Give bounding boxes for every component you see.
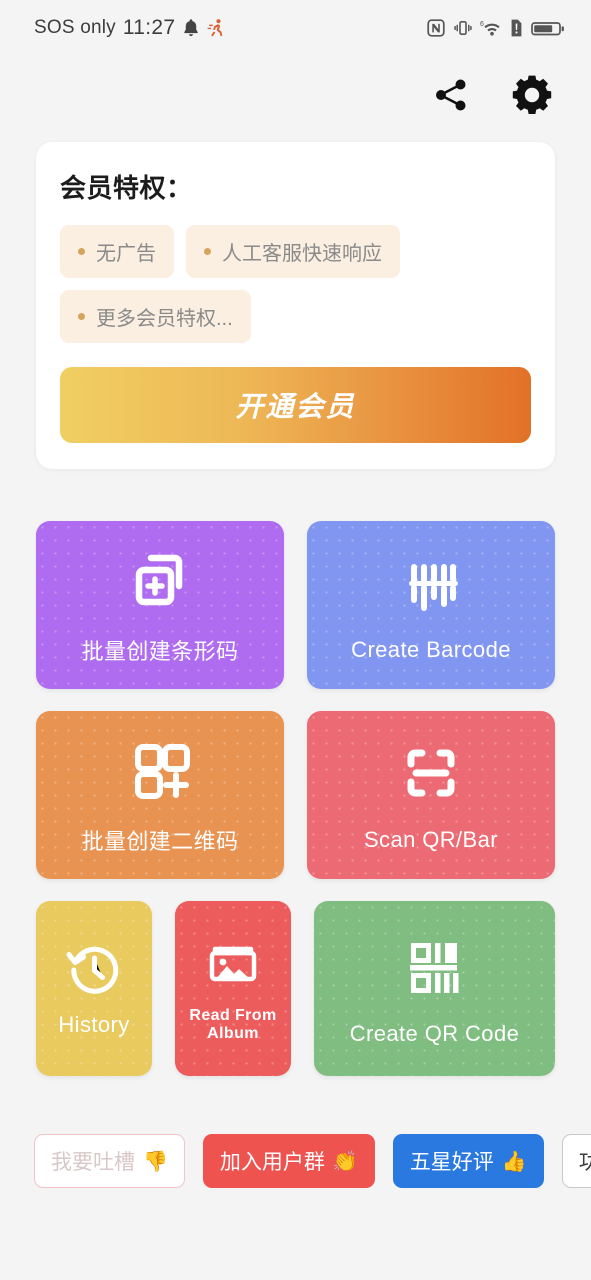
clapping-hands-icon: 👏 bbox=[332, 1150, 358, 1173]
tile-batch-create-qrcode[interactable]: 批量创建二维码 bbox=[36, 711, 284, 879]
nfc-icon bbox=[427, 19, 445, 37]
qr-squares-plus-icon bbox=[135, 744, 190, 799]
bullet-dot-icon bbox=[78, 313, 85, 320]
tile-label: 批量创建二维码 bbox=[81, 829, 239, 854]
thumbs-up-icon: 👍 bbox=[501, 1150, 527, 1173]
feature-row-3: History Read From Album Create QR Code bbox=[36, 901, 555, 1076]
chip-join-group[interactable]: 加入用户群 👏 bbox=[202, 1134, 375, 1188]
membership-title: 会员特权： bbox=[60, 173, 193, 203]
tile-history[interactable]: History bbox=[36, 901, 152, 1076]
thumbs-down-icon: 👎 bbox=[143, 1150, 168, 1173]
photo-icon bbox=[209, 946, 257, 981]
tile-label: Scan QR/Bar bbox=[363, 827, 498, 852]
feature-row-1: 批量创建条形码 Create Barcode bbox=[36, 521, 555, 689]
privilege-label: 人工客服快速响应 bbox=[222, 243, 382, 265]
membership-card: 会员特权： 无广告 人工客服快速响应 更多会员特权... 开通会员 bbox=[36, 142, 555, 469]
chip-label: 功能提 bbox=[578, 1151, 591, 1174]
clock-label: 11:27 bbox=[122, 16, 176, 39]
tile-scan-qr-bar[interactable]: Scan QR/Bar bbox=[307, 711, 555, 879]
status-bar: SOS only 11:27 6 bbox=[0, 0, 591, 56]
join-membership-label: 开通会员 bbox=[235, 391, 356, 422]
duplicate-plus-icon bbox=[135, 554, 183, 606]
tile-label: 批量创建条形码 bbox=[81, 639, 239, 664]
privilege-label: 无广告 bbox=[96, 243, 156, 265]
tile-batch-create-barcode[interactable]: 批量创建条形码 bbox=[36, 521, 284, 689]
bullet-dot-icon bbox=[78, 248, 85, 255]
chip-complaint[interactable]: 我要吐槽 👎 bbox=[34, 1134, 185, 1188]
svg-text:6: 6 bbox=[480, 21, 484, 28]
status-bar-left: SOS only 11:27 bbox=[34, 16, 225, 40]
bullet-dot-icon bbox=[204, 248, 211, 255]
clock-rewind-icon bbox=[66, 946, 119, 994]
chip-label: 我要吐槽 bbox=[51, 1151, 135, 1174]
status-bar-right: 6 bbox=[426, 18, 565, 38]
running-person-icon bbox=[207, 19, 223, 37]
barcode-icon bbox=[409, 564, 458, 611]
battery-icon bbox=[531, 22, 564, 36]
share-icon bbox=[436, 79, 466, 111]
settings-button[interactable] bbox=[509, 72, 555, 118]
tile-label: Read From Album bbox=[189, 1006, 277, 1042]
chip-five-star-review[interactable]: 五星好评 👍 bbox=[392, 1134, 544, 1188]
privilege-label: 更多会员特权... bbox=[96, 308, 233, 330]
tile-label: Create Barcode bbox=[351, 637, 511, 662]
header-actions bbox=[0, 56, 591, 134]
wifi6-icon: 6 bbox=[480, 21, 500, 36]
bell-icon bbox=[184, 19, 199, 37]
chip-label: 加入用户群 bbox=[219, 1151, 325, 1174]
privilege-item: 人工客服快速响应 bbox=[186, 225, 400, 278]
chip-feature-suggestion[interactable]: 功能提 bbox=[561, 1134, 591, 1188]
chip-label: 五星好评 bbox=[409, 1151, 494, 1174]
tile-create-qr-code[interactable]: Create QR Code bbox=[314, 901, 555, 1076]
scan-frame-icon bbox=[407, 749, 455, 797]
feature-grid: 批量创建条形码 Create Barcode 批量创建二维码 Scan QR/B… bbox=[36, 521, 555, 1076]
tile-label: History bbox=[58, 1011, 130, 1037]
privilege-item[interactable]: 更多会员特权... bbox=[60, 290, 251, 343]
sim-alert-icon bbox=[511, 19, 522, 37]
qr-code-icon bbox=[410, 942, 459, 993]
tile-create-barcode[interactable]: Create Barcode bbox=[307, 521, 555, 689]
carrier-label: SOS only bbox=[34, 17, 116, 38]
privileges-list: 无广告 人工客服快速响应 更多会员特权... bbox=[60, 225, 531, 343]
tile-label: Create QR Code bbox=[349, 1020, 520, 1046]
tile-read-from-album[interactable]: Read From Album bbox=[175, 901, 291, 1076]
vibrate-icon bbox=[454, 20, 472, 35]
join-membership-button[interactable]: 开通会员 bbox=[60, 367, 531, 443]
privilege-item: 无广告 bbox=[60, 225, 174, 278]
feature-row-2: 批量创建二维码 Scan QR/Bar bbox=[36, 711, 555, 879]
feedback-chip-row[interactable]: 我要吐槽 👎 加入用户群 👏 五星好评 👍 功能提 bbox=[0, 1134, 591, 1188]
gear-icon bbox=[512, 75, 552, 114]
share-button[interactable] bbox=[431, 75, 471, 115]
